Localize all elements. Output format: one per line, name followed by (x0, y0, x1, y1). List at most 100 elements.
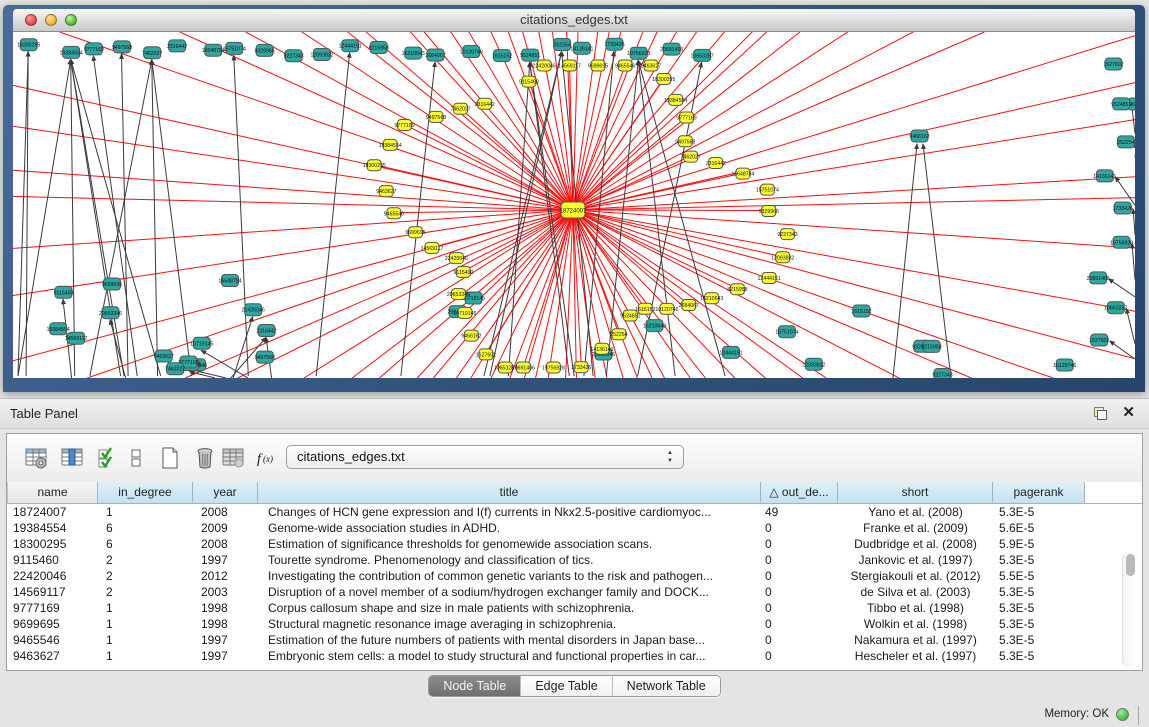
svg-text:18300295: 18300295 (17, 43, 40, 49)
table-scrollbar[interactable] (1122, 552, 1138, 667)
svg-text:9777169: 9777169 (394, 123, 414, 129)
svg-text:1733426: 1733426 (1113, 206, 1133, 212)
table-row[interactable]: 1938455462009Genome-wide association stu… (7, 520, 1142, 536)
clear-selection-icon[interactable] (121, 443, 151, 473)
table-row[interactable]: 977716911998Corpus callosum shape and si… (7, 600, 1142, 616)
column-header-year[interactable]: year (193, 482, 258, 503)
svg-text:252254: 252254 (553, 43, 570, 49)
table-panel-body: f(x) citations_edges.txt ▲▼ namein_degre… (6, 433, 1143, 671)
svg-text:14569117: 14569117 (65, 336, 88, 342)
table-settings-icon[interactable] (21, 443, 51, 473)
svg-text:9115460: 9115460 (453, 270, 473, 276)
network-window-titlebar[interactable]: citations_edges.txt (13, 9, 1135, 32)
tab-node-table[interactable]: Node Table (429, 676, 521, 696)
table-selector-dropdown[interactable]: citations_edges.txt ▲▼ (286, 445, 684, 469)
svg-text:9699695: 9699695 (588, 64, 608, 70)
citation-network-graph[interactable]: 1830029519384554977716994975687462027231… (13, 32, 1135, 378)
window-zoom-button[interactable] (65, 14, 77, 26)
tab-edge-table[interactable]: Edge Table (521, 676, 612, 696)
svg-text:14569117: 14569117 (558, 64, 581, 70)
dropdown-arrows-icon: ▲▼ (665, 449, 675, 465)
cell-in_degree: 6 (98, 536, 193, 552)
delete-table-icon[interactable] (190, 443, 220, 473)
svg-text:16210643: 16210643 (700, 296, 723, 302)
cell-title: Tourette syndrome. Phenomenology and cla… (258, 552, 761, 568)
table-row[interactable]: 1872400712008Changes of HCN gene express… (7, 504, 1142, 520)
svg-text:16648784: 16648784 (202, 48, 225, 54)
svg-text:8215958: 8215958 (369, 46, 389, 52)
table-tab-bar: Node TableEdge TableNetwork Table (0, 675, 1149, 699)
window-minimize-button[interactable] (45, 14, 57, 26)
status-separator (1138, 706, 1139, 725)
cell-name: 9777169 (7, 600, 98, 616)
svg-text:9497568: 9497568 (675, 139, 695, 145)
memory-ok-indicator-icon (1116, 708, 1129, 721)
svg-text:8215958: 8215958 (921, 344, 941, 350)
svg-text:14136141: 14136141 (590, 347, 613, 353)
cell-out_de: 49 (761, 504, 838, 520)
svg-text:9465546: 9465546 (615, 64, 635, 70)
cell-name: 9465546 (7, 632, 98, 648)
svg-text:252254: 252254 (1117, 140, 1134, 146)
svg-text:1615152: 1615152 (492, 54, 512, 60)
column-header-in_degree[interactable]: in_degree (98, 482, 193, 503)
column-header-pagerank[interactable]: pagerank (993, 482, 1085, 503)
window-close-button[interactable] (25, 14, 37, 26)
column-header-name[interactable]: name (7, 482, 98, 503)
cell-name: 22420046 (7, 568, 98, 584)
cell-title: Estimation of significance thresholds fo… (258, 536, 761, 552)
svg-text:(x): (x) (263, 454, 273, 464)
cell-title: Investigating the contribution of common… (258, 568, 761, 584)
svg-text:9463627: 9463627 (376, 189, 396, 195)
svg-text:20653346: 20653346 (447, 292, 470, 298)
select-rows-icon[interactable] (93, 443, 123, 473)
svg-text:7462027: 7462027 (142, 51, 162, 57)
cell-short: Tibbo et al. (1998) (838, 600, 993, 616)
table-row[interactable]: 946362711997Embryonic stem cells: a mode… (7, 648, 1142, 664)
cell-short: Dudbridge et al. (2008) (838, 536, 993, 552)
table-row[interactable]: 969969511998Structural magnetic resonanc… (7, 616, 1142, 632)
svg-text:9524851: 9524851 (520, 53, 540, 59)
close-panel-icon[interactable]: ✕ (1122, 404, 1135, 422)
new-table-icon[interactable] (155, 443, 185, 473)
column-header-title[interactable]: title (258, 482, 761, 503)
table-type-segmented-control: Node TableEdge TableNetwork Table (428, 675, 720, 697)
tab-network-table[interactable]: Network Table (613, 676, 720, 696)
cell-out_de: 0 (761, 648, 838, 664)
cell-pagerank: 5.3E-5 (993, 616, 1085, 632)
svg-text:10719145: 10719145 (453, 311, 476, 317)
table-row[interactable]: 946554611997Estimation of the future num… (7, 632, 1142, 648)
table-row[interactable]: 911546021997Tourette syndrome. Phenomeno… (7, 552, 1142, 568)
svg-text:12093832: 12093832 (310, 53, 333, 59)
select-column-icon[interactable] (57, 443, 87, 473)
cell-in_degree: 1 (98, 504, 193, 520)
scrollbar-thumb[interactable] (1126, 554, 1135, 576)
float-panel-icon[interactable] (1094, 407, 1107, 420)
network-canvas[interactable]: 1830029519384554977716994975687462027231… (13, 32, 1135, 378)
svg-text:22420046: 22420046 (242, 308, 265, 314)
column-header-short[interactable]: short (838, 482, 993, 503)
svg-text:12093832: 12093832 (771, 255, 794, 261)
table-row[interactable]: 1456911722003Disruption of a novel membe… (7, 584, 1142, 600)
svg-text:9699695: 9699695 (405, 230, 425, 236)
svg-text:16648784: 16648784 (218, 279, 241, 285)
cell-in_degree: 1 (98, 648, 193, 664)
cell-in_degree: 2 (98, 552, 193, 568)
svg-text:20653346: 20653346 (99, 311, 122, 317)
table-toolbar: f(x) citations_edges.txt ▲▼ (7, 434, 1142, 482)
cell-year: 1997 (193, 552, 258, 568)
column-header-out_de[interactable]: △ out_de... (761, 482, 838, 503)
function-builder-icon[interactable]: f(x) (251, 443, 281, 473)
svg-text:2316442: 2316442 (475, 102, 495, 108)
svg-text:7462027: 7462027 (165, 367, 185, 373)
table-row[interactable]: 2242004622012Investigating the contribut… (7, 568, 1142, 584)
table-row[interactable]: 1830029562008Estimation of significance … (7, 536, 1142, 552)
network-view-window[interactable]: citations_edges.txt 18300295193845549777… (3, 5, 1145, 392)
svg-text:10120746: 10120746 (1053, 363, 1076, 369)
svg-text:9466162: 9466162 (909, 134, 929, 140)
svg-text:10719145: 10719145 (190, 341, 213, 347)
cell-out_de: 0 (761, 520, 838, 536)
cell-pagerank: 5.3E-5 (993, 504, 1085, 520)
cell-out_de: 0 (761, 632, 838, 648)
table-panel-titlebar: Table Panel ✕ (0, 399, 1149, 429)
